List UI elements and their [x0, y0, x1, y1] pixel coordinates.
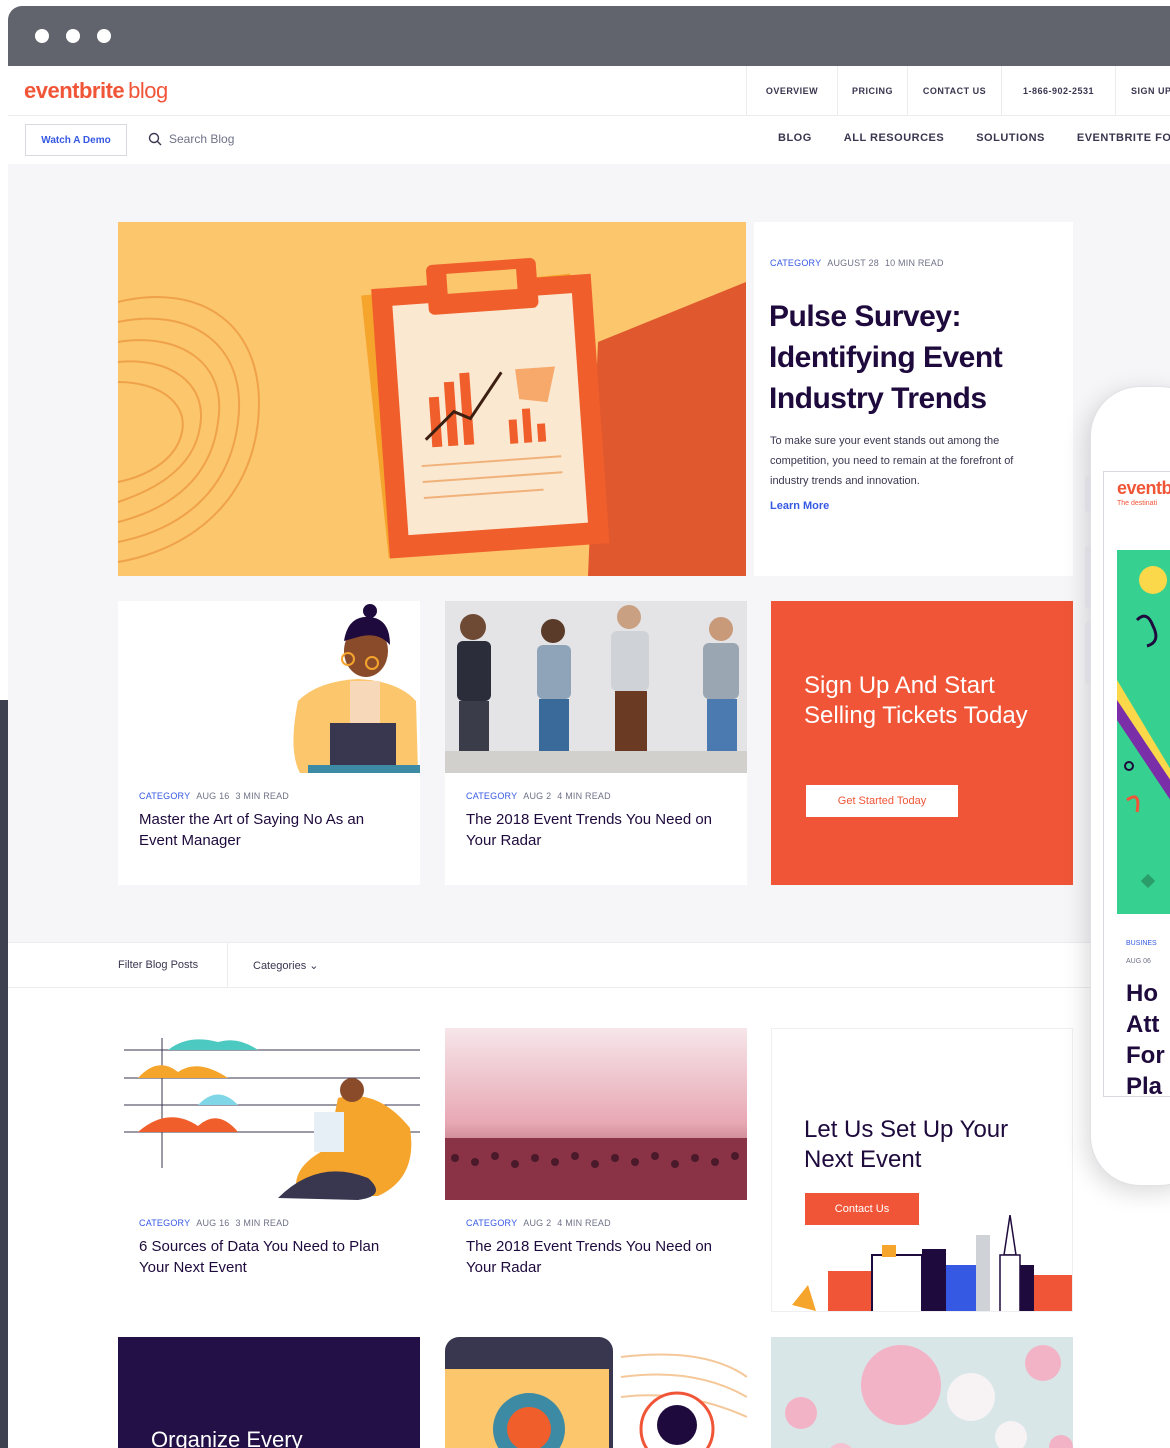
category-link[interactable]: CATEGORY [466, 1218, 517, 1228]
chevron-down-icon: ⌄ [309, 960, 319, 972]
filter-label: Filter Blog Posts [118, 959, 199, 971]
post-card[interactable]: CATEGORY AUG 24 MIN READ The 2018 Event T… [445, 601, 747, 885]
phone-logo: eventb [1117, 478, 1170, 498]
clipboard-illustration [118, 258, 746, 576]
balloons-photo [771, 1337, 1073, 1448]
nav-blog[interactable]: BLOG [778, 132, 812, 144]
data-chart-illustration [118, 1028, 420, 1200]
phone-post-title: Ho Att For Pla [1126, 980, 1165, 1100]
post-card[interactable]: CATEGORY AUG 24 MIN READ The 2018 Event T… [445, 1028, 747, 1312]
phone-hero-illustration [1117, 550, 1170, 914]
category-link[interactable]: CATEGORY [139, 1218, 190, 1228]
watch-demo-button[interactable]: Watch A Demo [25, 124, 127, 156]
window-dot-icon[interactable] [97, 29, 111, 43]
category-link[interactable]: CATEGORY [770, 258, 821, 268]
window-dot-icon[interactable] [66, 29, 80, 43]
people-waiting-photo [445, 601, 747, 773]
post-card[interactable]: CATEGORY AUG 16 3 MIN READ 6 Sources of Da… [118, 1028, 420, 1312]
featured-post-card: CATEGORY AUGUST 28 10 MIN READ Pulse Surve… [754, 222, 1073, 576]
post-title[interactable]: The 2018 Event Trends You Need on Your R… [466, 1236, 726, 1278]
post-meta: CATEGORY AUG 16 3 MIN READ [139, 1218, 290, 1228]
featured-post-description: To make sure your event stands out among… [770, 435, 1014, 487]
signup-promo: Sign Up And Start Selling Tickets Today … [771, 601, 1073, 885]
browser-window: eventbrite blog OVERVIEW PRICING CONTACT … [8, 6, 1170, 1448]
post-card[interactable]: CATEGORY AUG 16 3 MIN READ Master the Art … [118, 601, 420, 885]
top-header: eventbrite blog OVERVIEW PRICING CONTACT … [8, 66, 1170, 116]
category-link[interactable]: CATEGORY [139, 791, 190, 801]
phone-side-button [1085, 622, 1091, 684]
phone-post-date: AUG 06 [1126, 958, 1151, 965]
phone-tagline: The destinati [1117, 500, 1158, 507]
crowd-photo [445, 1028, 747, 1200]
eventbrite-logo[interactable]: eventbrite blog [24, 78, 168, 104]
nav-sign-up[interactable]: SIGN UP [1115, 66, 1170, 116]
search-input[interactable]: Search Blog [169, 132, 234, 146]
nav-eventbrite-for[interactable]: EVENTBRITE FOR [1077, 132, 1170, 144]
contact-promo: Let Us Set Up Your Next Event Contact Us [771, 1028, 1073, 1312]
nav-contact-us[interactable]: CONTACT US [907, 66, 1001, 116]
signup-promo-title: Sign Up And Start Selling Tickets Today [804, 672, 1028, 729]
top-nav: OVERVIEW PRICING CONTACT US 1-866-902-25… [746, 66, 1170, 116]
filter-bar: Filter Blog Posts Categories ⌄ [8, 942, 1170, 989]
hero-illustration[interactable] [118, 222, 746, 576]
post-title[interactable]: The 2018 Event Trends You Need on Your R… [466, 809, 726, 851]
window-dot-icon[interactable] [35, 29, 49, 43]
secondary-header: Watch A Demo Search Blog BLOG ALL RESOUR… [8, 116, 1170, 164]
post-meta: CATEGORY AUG 16 3 MIN READ [139, 791, 290, 801]
post-title[interactable]: Master the Art of Saying No As an Event … [139, 809, 399, 851]
filter-divider [227, 943, 228, 989]
nav-pricing[interactable]: PRICING [837, 66, 907, 116]
featured-post-title[interactable]: Pulse Survey: Identifying Event Industry… [769, 296, 1059, 419]
post-card[interactable] [771, 1337, 1073, 1448]
post-meta: CATEGORY AUG 24 MIN READ [466, 1218, 611, 1228]
post-meta: CATEGORY AUG 24 MIN READ [466, 791, 611, 801]
search-box[interactable]: Search Blog [148, 132, 234, 146]
learn-more-link[interactable]: Learn More [770, 500, 829, 512]
category-link[interactable]: CATEGORY [466, 791, 517, 801]
phone-screen: eventb The destinati BUSINES AUG 06 Ho A… [1103, 471, 1170, 1100]
post-card[interactable] [445, 1337, 747, 1448]
post-title[interactable]: 6 Sources of Data You Need to Plan Your … [139, 1236, 399, 1278]
nav-all-resources[interactable]: ALL RESOURCES [844, 132, 944, 144]
post-meta: CATEGORY AUGUST 28 10 MIN READ [770, 258, 944, 268]
main-nav: BLOG ALL RESOURCES SOLUTIONS EVENTBRITE … [778, 132, 1170, 144]
contact-promo-title: Let Us Set Up Your Next Event [804, 1116, 1009, 1173]
people-phone-illustration [445, 1337, 747, 1448]
phone-side-button [1085, 476, 1091, 512]
nav-overview[interactable]: OVERVIEW [746, 66, 837, 116]
city-skyline-illustration [792, 1215, 1072, 1311]
organize-promo-card[interactable]: Organize Every [118, 1337, 420, 1448]
organize-promo-title: Organize Every [151, 1427, 303, 1448]
browser-titlebar [8, 6, 1170, 66]
woman-laptop-illustration [118, 601, 420, 773]
search-icon [148, 132, 162, 146]
phone-post-category: BUSINES [1126, 940, 1157, 947]
nav-solutions[interactable]: SOLUTIONS [976, 132, 1045, 144]
categories-dropdown[interactable]: Categories ⌄ [253, 959, 318, 972]
get-started-button[interactable]: Get Started Today [806, 785, 958, 817]
phone-mockup: eventb The destinati BUSINES AUG 06 Ho A… [1090, 386, 1170, 1186]
nav-phone[interactable]: 1-866-902-2531 [1001, 66, 1115, 116]
phone-side-button [1085, 546, 1091, 608]
